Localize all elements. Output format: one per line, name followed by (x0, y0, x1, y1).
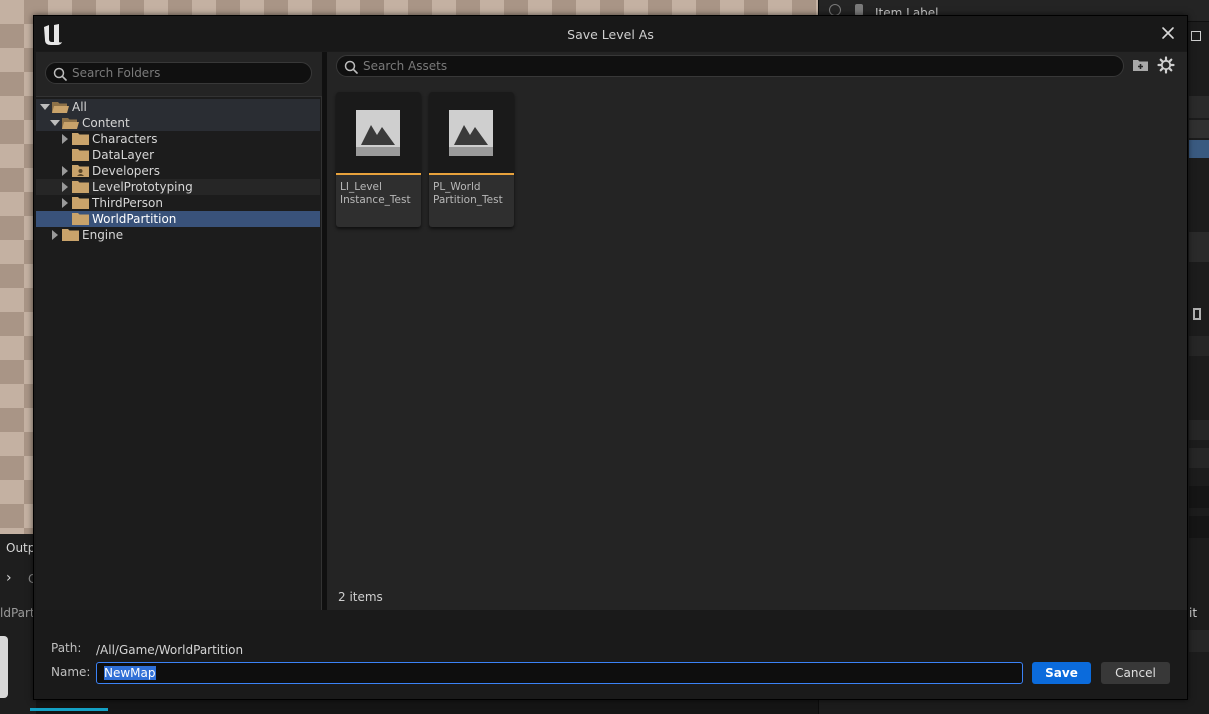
details-row (1189, 336, 1209, 356)
settings-gear-icon[interactable] (1157, 56, 1175, 74)
asset-search-input[interactable] (363, 56, 1117, 76)
details-row (1189, 486, 1209, 508)
chevron-right-icon[interactable] (60, 182, 70, 192)
active-tab-indicator (30, 708, 108, 711)
folder-icon (72, 181, 89, 193)
asset-name: PL_World Partition_Test (433, 181, 503, 206)
details-row (1189, 630, 1209, 652)
content-browser-path-partial: ldPart (0, 606, 35, 620)
level-asset-icon (449, 110, 493, 156)
dialog-titlebar[interactable]: Save Level As (34, 16, 1187, 51)
tree-item-thirdperson[interactable]: ThirdPerson (36, 195, 320, 211)
dialog-title: Save Level As (567, 27, 654, 42)
asset-type-underline (429, 173, 514, 175)
chevron-down-icon[interactable] (50, 118, 60, 128)
tree-item-label: DataLayer (92, 148, 155, 162)
save-form: Path: /All/Game/WorldPartition Name: Sav… (34, 612, 1187, 699)
chevron-right-icon[interactable] (60, 134, 70, 144)
folder-open-icon (52, 102, 69, 113)
outliner-partial-text: it (1189, 606, 1198, 620)
tree-item-label: All (72, 100, 87, 114)
folder-tree: All Content Characters DataLayer Develop… (36, 96, 322, 610)
outliner-row-selected[interactable] (1189, 140, 1209, 158)
path-label: Path: (51, 641, 82, 655)
tree-item-engine[interactable]: Engine (36, 227, 320, 243)
tree-item-label: Characters (92, 132, 158, 146)
tree-item-label: Engine (82, 228, 124, 242)
search-icon (344, 60, 358, 74)
folder-pane: All Content Characters DataLayer (36, 52, 322, 610)
path-value: /All/Game/WorldPartition (96, 643, 244, 657)
folder-icon (62, 229, 79, 241)
tree-item-label: ThirdPerson (92, 196, 163, 210)
tree-item-label: Content (82, 116, 130, 130)
chevron-right-icon[interactable] (60, 198, 70, 208)
tree-item-content[interactable]: Content (36, 115, 320, 131)
tree-item-label: LevelPrototyping (92, 180, 193, 194)
folder-open-icon (62, 118, 79, 129)
folder-search-box[interactable] (45, 62, 312, 84)
folder-icon (72, 213, 89, 225)
tree-item-all[interactable]: All (36, 99, 320, 115)
cancel-button[interactable]: Cancel (1101, 662, 1170, 684)
details-icon[interactable] (1193, 308, 1201, 320)
output-log-tab[interactable]: Outp (6, 541, 35, 555)
save-button[interactable]: Save (1032, 662, 1091, 684)
tree-item-characters[interactable]: Characters (36, 131, 320, 147)
item-count: 2 items (338, 590, 383, 604)
tree-item-datalayer[interactable]: DataLayer (36, 147, 320, 163)
asset-search-box[interactable] (336, 55, 1124, 77)
tree-item-label: WorldPartition (92, 212, 177, 226)
asset-thumbnail-partial[interactable] (0, 636, 8, 698)
add-folder-icon[interactable] (1132, 57, 1150, 73)
level-name-input[interactable] (96, 662, 1023, 684)
asset-type-underline (336, 173, 421, 175)
details-row (1189, 420, 1209, 440)
tree-item-worldpartition[interactable]: WorldPartition (36, 211, 320, 227)
folder-icon (72, 133, 89, 145)
tree-item-developers[interactable]: Developers (36, 163, 320, 179)
level-asset-icon (356, 110, 400, 156)
search-icon (53, 67, 67, 81)
asset-name: LI_Level Instance_Test (340, 181, 411, 206)
asset-thumbnail (429, 92, 514, 173)
chevron-right-icon[interactable] (50, 230, 60, 240)
outliner-row[interactable] (1189, 96, 1209, 118)
chevron-right-icon[interactable]: › (6, 570, 12, 586)
details-row (1189, 516, 1209, 538)
asset-tile[interactable]: LI_Level Instance_Test (336, 92, 421, 227)
outliner-row[interactable] (1189, 232, 1209, 262)
chevron-right-icon[interactable] (60, 166, 70, 176)
tree-item-label: Developers (92, 164, 160, 178)
outliner-row[interactable] (1189, 120, 1209, 138)
details-row (1189, 448, 1209, 468)
asset-thumbnail (336, 92, 421, 173)
maximize-icon[interactable] (1191, 31, 1201, 41)
close-icon[interactable] (1159, 24, 1177, 42)
name-label: Name: (51, 665, 91, 679)
save-level-as-dialog: Save Level As All Content (33, 15, 1188, 700)
asset-tile[interactable]: PL_World Partition_Test (429, 92, 514, 227)
folder-icon (72, 197, 89, 209)
chevron-down-icon[interactable] (40, 102, 50, 112)
folder-icon (72, 149, 89, 161)
developer-folder-icon (72, 165, 89, 177)
asset-pane: LI_Level Instance_Test PL_World Partitio… (327, 52, 1187, 610)
tree-item-levelprototyping[interactable]: LevelPrototyping (36, 179, 320, 195)
folder-search-input[interactable] (72, 63, 305, 83)
